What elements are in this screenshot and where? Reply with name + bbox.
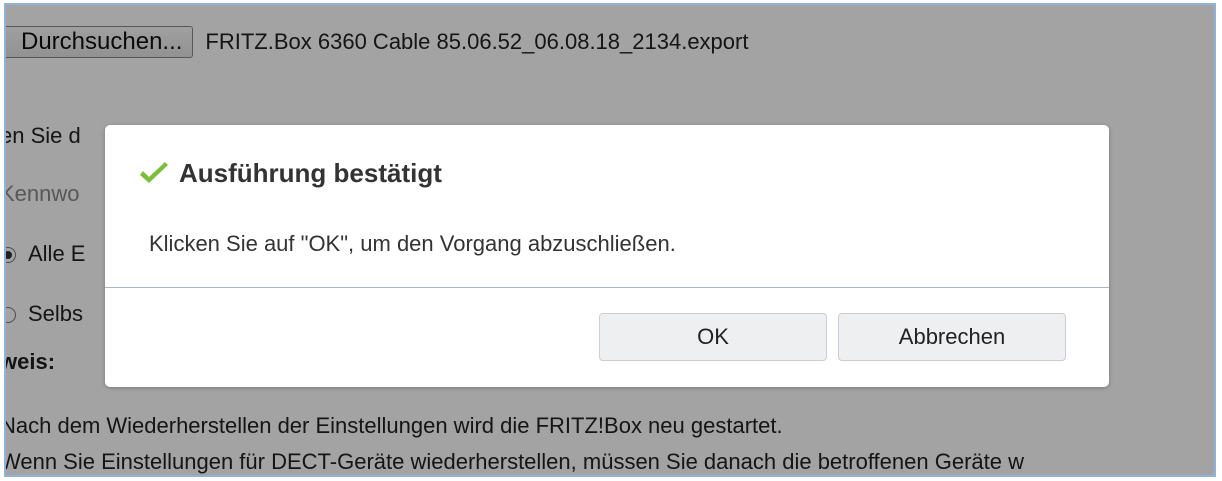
- dialog-message: Klicken Sie auf "OK", um den Vorgang abz…: [149, 231, 676, 256]
- dialog-header: Ausführung bestätigt: [137, 158, 442, 189]
- dialog-divider: [105, 287, 1109, 288]
- screenshot-frame: Durchsuchen... FRITZ.Box 6360 Cable 85.0…: [4, 3, 1216, 477]
- cancel-button[interactable]: Abbrechen: [838, 313, 1066, 361]
- dialog-title: Ausführung bestätigt: [179, 158, 442, 188]
- confirmation-dialog: Ausführung bestätigt Klicken Sie auf "OK…: [105, 125, 1109, 387]
- checkmark-icon: [140, 161, 168, 183]
- ok-button[interactable]: OK: [599, 313, 827, 361]
